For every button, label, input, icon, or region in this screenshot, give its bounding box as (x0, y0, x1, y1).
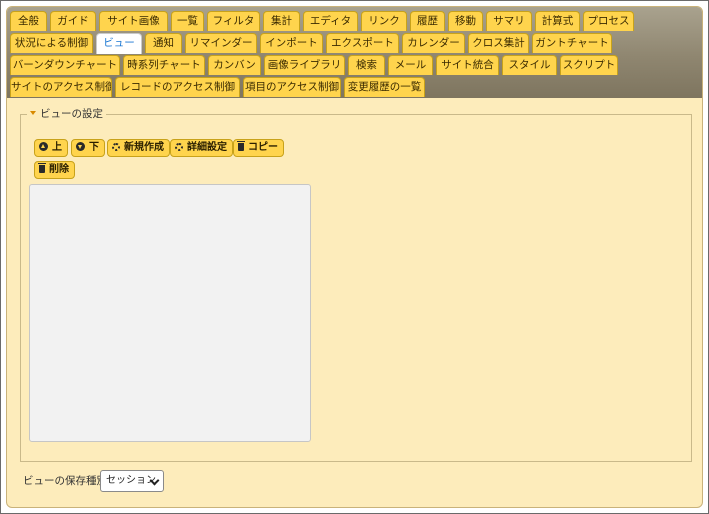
tab-editor[interactable]: エディタ (303, 11, 358, 31)
tab-bar: 全般 ガイド サイト画像 一覧 フィルタ 集計 エディタ リンク 履歴 移動 サ… (7, 7, 702, 98)
tab-style[interactable]: スタイル (502, 55, 557, 75)
site-settings-panel: 全般 ガイド サイト画像 一覧 フィルタ 集計 エディタ リンク 履歴 移動 サ… (6, 6, 703, 508)
move-down-button[interactable]: 下 (71, 139, 105, 157)
tab-column-access-control[interactable]: 項目のアクセス制御 (243, 77, 341, 97)
up-arrow-icon (39, 142, 48, 151)
tab-search[interactable]: 検索 (348, 55, 385, 75)
tab-filter[interactable]: フィルタ (207, 11, 260, 31)
tab-move[interactable]: 移動 (448, 11, 483, 31)
save-type-select[interactable]: セッション (100, 470, 164, 492)
delete-button[interactable]: 削除 (34, 161, 75, 179)
tab-site-image[interactable]: サイト画像 (99, 11, 168, 31)
tab-change-history-list[interactable]: 変更履歴の一覧 (344, 77, 425, 97)
tab-link[interactable]: リンク (361, 11, 407, 31)
tab-script[interactable]: スクリプト (560, 55, 618, 75)
window-frame: 全般 ガイド サイト画像 一覧 フィルタ 集計 エディタ リンク 履歴 移動 サ… (0, 0, 709, 514)
move-up-button[interactable]: 上 (34, 139, 68, 157)
view-settings-legend[interactable]: ビューの設定 (27, 107, 106, 121)
tab-reminder[interactable]: リマインダー (185, 33, 257, 53)
tab-view[interactable]: ビュー (96, 33, 142, 54)
tab-kanban[interactable]: カンバン (208, 55, 261, 75)
copy-button[interactable]: コピー (233, 139, 284, 157)
gear-icon (175, 143, 183, 151)
tab-notification[interactable]: 通知 (145, 33, 182, 53)
save-type-label: ビューの保存種別 (23, 475, 107, 487)
copy-icon (237, 141, 245, 151)
tab-summary[interactable]: サマリ (486, 11, 532, 31)
new-view-button[interactable]: 新規作成 (107, 139, 170, 157)
tab-burndown-chart[interactable]: バーンダウンチャート (10, 55, 120, 75)
tab-history[interactable]: 履歴 (410, 11, 445, 31)
trash-icon (38, 163, 46, 173)
tab-calendar[interactable]: カレンダー (402, 33, 465, 53)
tab-process[interactable]: プロセス (583, 11, 634, 31)
tab-record-access-control[interactable]: レコードのアクセス制御 (115, 77, 240, 97)
tab-general[interactable]: 全般 (10, 11, 47, 31)
view-list[interactable] (29, 184, 311, 442)
tab-import[interactable]: インポート (260, 33, 323, 53)
down-arrow-icon (76, 142, 85, 151)
tab-site-access-control[interactable]: サイトのアクセス制御 (10, 77, 112, 97)
tab-guide[interactable]: ガイド (50, 11, 96, 31)
collapse-triangle-icon (30, 111, 36, 115)
gear-icon (112, 143, 120, 151)
tab-export[interactable]: エクスポート (326, 33, 399, 53)
tab-site-integration[interactable]: サイト統合 (436, 55, 499, 75)
tab-crosstab[interactable]: クロス集計 (468, 33, 529, 53)
advanced-settings-button[interactable]: 詳細設定 (170, 139, 233, 157)
tab-time-series-chart[interactable]: 時系列チャート (123, 55, 205, 75)
tab-status-control[interactable]: 状況による制御 (10, 33, 93, 53)
tab-aggregation[interactable]: 集計 (263, 11, 300, 31)
tab-mail[interactable]: メール (388, 55, 433, 75)
tab-image-library[interactable]: 画像ライブラリ (264, 55, 345, 75)
tab-list[interactable]: 一覧 (171, 11, 204, 31)
tab-formula[interactable]: 計算式 (535, 11, 580, 31)
tab-gantt-chart[interactable]: ガントチャート (532, 33, 612, 53)
